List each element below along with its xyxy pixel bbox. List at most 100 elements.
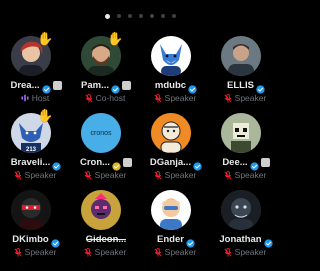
affiliate-badge-icon [123,158,133,167]
participant-name: Gideon... [85,234,127,245]
page-indicator [0,13,280,19]
participant-cell[interactable]: DGanja... Speaker [140,107,210,184]
page-dot[interactable] [149,14,154,18]
participant-role-row: Speaker [140,93,210,103]
mic-muted-icon [14,170,22,180]
participant-role-row: Speaker [140,247,210,257]
participant-name: Dee... [222,157,248,168]
participant-role: Speaker [94,247,127,257]
participant-cell[interactable]: DKimbo Speaker [0,184,70,261]
avatar[interactable] [11,190,51,230]
participant-cell[interactable]: ELLIS Speaker [210,30,280,107]
raised-hand-icon: ✋ [37,108,54,123]
participant-role: Speaker [24,170,57,180]
participant-role-row: Speaker [210,247,280,257]
page-dot[interactable] [127,14,132,18]
verified-badge-icon [256,81,265,94]
participant-name: Drea... [10,80,40,91]
participant-role: Host [31,93,50,103]
participant-cell[interactable]: ✋ Pam... Co-host [70,30,140,107]
verified-badge-icon [250,158,259,171]
participant-name-row: mdubc [143,80,209,94]
participant-name-row: Gideon... [73,234,139,245]
participant-name: Pam... [81,80,109,91]
participant-role-row: Speaker [70,170,140,180]
participant-name-row: DGanja... [143,157,209,171]
verified-badge-icon [186,235,195,248]
mic-muted-icon [85,93,93,103]
participant-name-row: Jonathan [213,234,279,248]
participant-role: Speaker [164,93,197,103]
avatar[interactable]: cronos [81,113,121,153]
raised-hand-icon: ✋ [37,31,54,46]
participant-name: Braveli... [10,157,51,168]
participant-name-row: Braveli... [3,157,69,171]
avatar[interactable] [151,36,191,76]
participant-name: DKimbo [12,234,49,245]
affiliate-badge-icon [52,81,62,90]
host-icon [21,94,29,102]
participant-role: Speaker [94,170,127,180]
participant-role-row: Speaker [0,247,70,257]
mic-muted-icon [84,247,92,257]
participant-name-row: ELLIS [213,80,279,94]
participant-cell[interactable]: mdubc Speaker [140,30,210,107]
participant-role-row: Speaker [210,170,280,180]
participant-role-row: Host [0,93,70,103]
verified-badge-icon [52,158,61,171]
page-dot[interactable] [116,14,121,18]
verified-badge-icon [51,235,60,248]
participant-name-row: Dee... [213,157,279,171]
participant-name-row: Pam... [73,80,139,94]
avatar[interactable] [81,190,121,230]
avatar[interactable] [151,113,191,153]
mic-muted-icon [154,170,162,180]
participant-name-row: Cron... [73,157,139,171]
participant-role: Speaker [234,247,267,257]
avatar[interactable] [221,190,261,230]
page-dot[interactable] [171,14,176,18]
verified-badge-icon [193,158,202,171]
participant-name-row: Ender [143,234,209,248]
participant-role-row: Speaker [140,170,210,180]
participant-role-row: Speaker [0,170,70,180]
participant-cell[interactable]: cronos Cron... Speaker [70,107,140,184]
mic-muted-icon [84,170,92,180]
participant-cell[interactable]: Ender Speaker [140,184,210,261]
mic-muted-icon [14,247,22,257]
participant-role: Co-host [95,93,126,103]
participant-cell[interactable]: Jonathan Speaker [210,184,280,261]
participant-cell[interactable]: Dee... Speaker [210,107,280,184]
mic-muted-icon [154,93,162,103]
affiliate-badge-icon [260,158,270,167]
page-dot[interactable] [160,14,165,18]
verified-badge-icon [188,81,197,94]
avatar[interactable] [151,190,191,230]
participant-name: Jonathan [219,234,262,245]
affiliate-badge-icon [122,81,131,90]
verified-badge-icon [41,81,51,94]
verified-badge-icon [111,81,120,94]
participant-name-row: Drea... [3,80,69,94]
participant-role: Speaker [24,247,57,257]
participants-grid: ✋ Drea... Host ✋ Pam... Co-host mdubc Speaker… [0,30,280,261]
participant-cell[interactable]: 213 ✋ Braveli... Speaker [0,107,70,184]
participant-name: DGanja... [149,157,192,168]
participant-name: Cron... [79,157,111,168]
avatar[interactable] [221,36,261,76]
avatar[interactable] [221,113,261,153]
participant-role: Speaker [234,93,267,103]
svg-text:213: 213 [26,147,37,153]
participant-cell[interactable]: Gideon... Speaker [70,184,140,261]
avatar-text: cronos [90,130,112,137]
mic-muted-icon [154,247,162,257]
participant-cell[interactable]: ✋ Drea... Host [0,30,70,107]
participant-role-row: Co-host [70,93,140,103]
participant-name: Ender [157,234,184,245]
mic-muted-icon [224,247,232,257]
participant-role-row: Speaker [70,247,140,257]
page-dot[interactable] [104,13,110,19]
verified-badge-icon [263,235,273,248]
verified-badge-icon [112,158,121,171]
page-dot[interactable] [138,14,143,18]
